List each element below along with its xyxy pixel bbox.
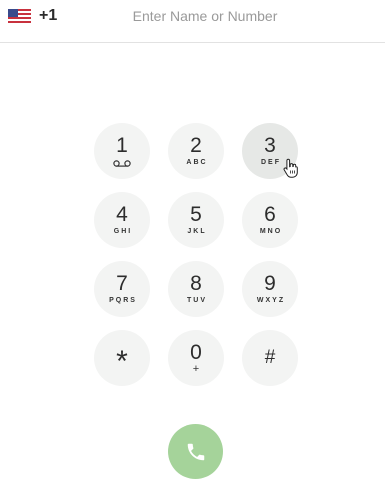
key-letters: TUV <box>187 296 207 304</box>
dialer-header: +1 <box>0 0 385 43</box>
key-letters: PQRS <box>109 296 137 304</box>
key-digit: 2 <box>190 133 202 157</box>
key-plus: + <box>192 362 200 375</box>
key-5[interactable]: 5 JKL <box>168 192 224 248</box>
key-digit: 6 <box>264 202 276 226</box>
key-digit: # <box>264 347 276 368</box>
key-letters: WXYZ <box>256 296 286 304</box>
key-letters: ABC <box>186 158 208 166</box>
key-digit: 9 <box>264 271 276 295</box>
key-digit: 8 <box>190 271 202 295</box>
key-digit: 3 <box>264 133 276 157</box>
key-letters: DEF <box>261 158 281 166</box>
country-code: +1 <box>39 7 58 24</box>
phone-icon <box>187 443 204 460</box>
country-selector[interactable]: +1 <box>8 6 57 26</box>
key-letters: GHI <box>113 227 133 235</box>
key-letters: JKL <box>187 227 207 235</box>
key-9[interactable]: 9 WXYZ <box>242 261 298 317</box>
key-digit: 7 <box>116 271 128 295</box>
us-flag-icon <box>8 9 31 23</box>
key-8[interactable]: 8 TUV <box>168 261 224 317</box>
key-2[interactable]: 2 ABC <box>168 123 224 179</box>
key-digit: 0 <box>190 340 202 364</box>
call-button[interactable] <box>168 424 223 479</box>
voicemail-icon <box>113 159 131 167</box>
key-digit: 1 <box>116 133 128 157</box>
dialer-screen: +1 1 2 ABC 3 DEF 4 GHI 5 JKL 6 MNO 7 PQR… <box>0 0 385 479</box>
name-or-number-input[interactable] <box>110 5 300 27</box>
key-digit: * <box>116 345 128 378</box>
key-hash[interactable]: # <box>242 330 298 386</box>
key-4[interactable]: 4 GHI <box>94 192 150 248</box>
key-digit: 5 <box>190 202 202 226</box>
key-digit: 4 <box>116 202 128 226</box>
key-0[interactable]: 0 + <box>168 330 224 386</box>
key-7[interactable]: 7 PQRS <box>94 261 150 317</box>
key-6[interactable]: 6 MNO <box>242 192 298 248</box>
hand-cursor-icon <box>283 158 298 178</box>
key-letters: MNO <box>259 227 283 235</box>
key-1[interactable]: 1 <box>94 123 150 179</box>
key-star[interactable]: * <box>94 330 150 386</box>
